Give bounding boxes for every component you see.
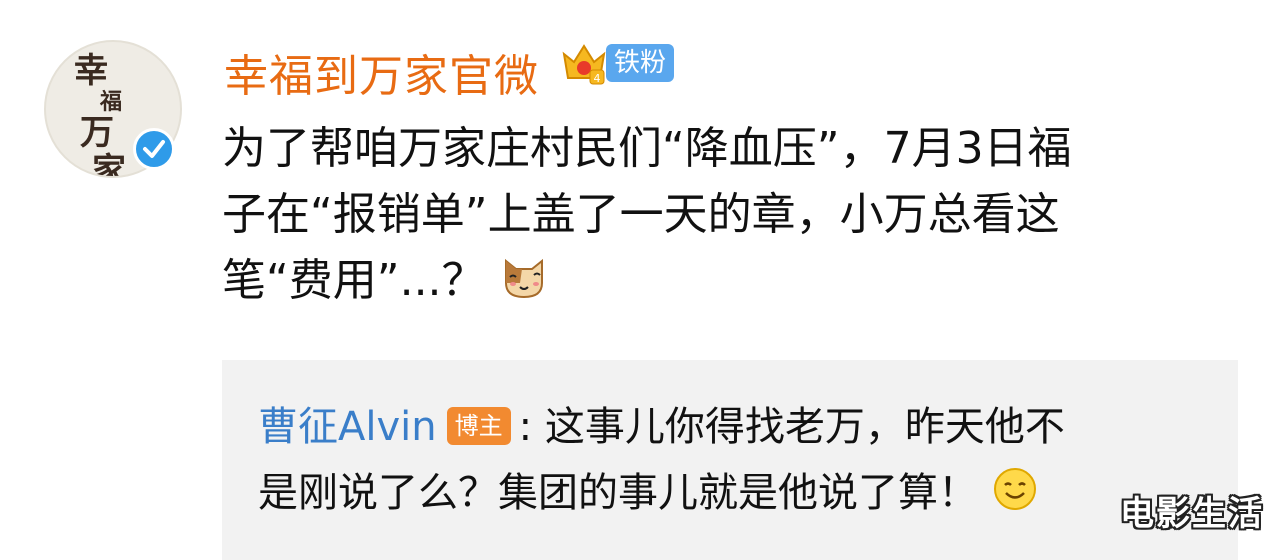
post-text-line: 笔“费用”...？ <box>222 248 1232 314</box>
smile-face-icon <box>992 466 1038 512</box>
repost-username[interactable]: 曹征Alvin <box>258 404 437 450</box>
post-body: 为了帮咱万家庄村民们“降血压”，7月3日福 子在“报销单”上盖了一天的章，小万总… <box>222 116 1232 314</box>
watermark-text: 电影生活 <box>1120 494 1264 534</box>
repost-text-line: : 这事儿你得找老万，昨天他不 <box>518 404 1065 450</box>
repost-card[interactable]: 曹征Alvin 博主: 这事儿你得找老万，昨天他不 是刚说了么？集团的事儿就是他说… <box>222 360 1238 560</box>
svg-text:4: 4 <box>594 72 601 85</box>
blogger-badge: 博主 <box>446 407 511 445</box>
verified-check-icon <box>133 128 175 170</box>
post-text-line: 为了帮咱万家庄村民们“降血压”，7月3日福 <box>222 123 1072 174</box>
repost-text-line: 是刚说了么？集团的事儿就是他说了算！ <box>258 470 978 516</box>
author-name[interactable]: 幸福到万家官微 <box>224 40 539 104</box>
repost-body: 曹征Alvin 博主: 这事儿你得找老万，昨天他不 是刚说了么？集团的事儿就是他说… <box>258 394 1218 526</box>
cat-face-icon <box>500 253 548 301</box>
post-text-line: 子在“报销单”上盖了一天的章，小万总看这 <box>222 189 1060 240</box>
crown-icon: 4 <box>560 40 608 88</box>
fan-level-badge: 铁粉 <box>606 44 675 82</box>
